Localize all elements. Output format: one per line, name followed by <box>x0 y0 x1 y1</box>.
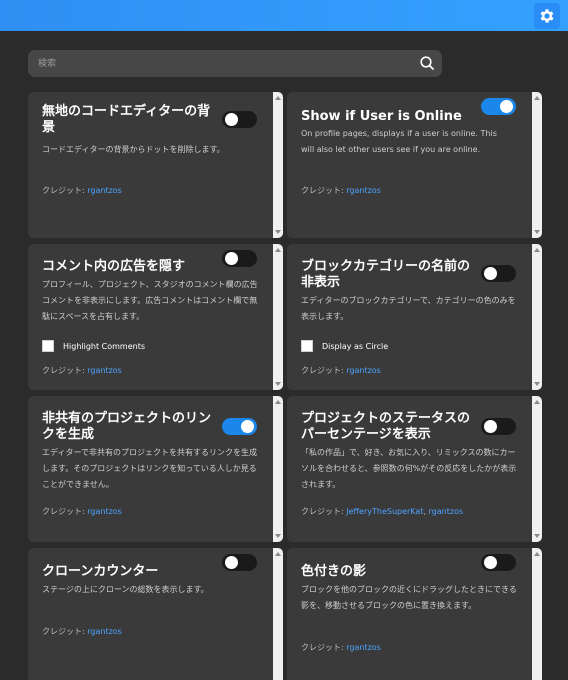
card-description: On profile pages, displays if a user is … <box>301 129 497 154</box>
search-input[interactable] <box>38 54 408 73</box>
toggle-knob <box>225 113 238 126</box>
credit-label: クレジット: <box>42 507 88 516</box>
addon-card-block-category-names: ブロックカテゴリーの名前の非表示 エディターのブロックカテゴリーで、カテゴリーの… <box>287 244 542 390</box>
card-title: 色付きの影 <box>301 564 367 579</box>
card-description: コードエディターの背景からドットを削除します。 <box>42 145 225 154</box>
credit-link[interactable]: rgantzos <box>87 186 122 195</box>
card-credit: クレジット: rgantzos <box>301 642 381 653</box>
credit-link[interactable]: rgantzos <box>429 507 464 516</box>
toggle-knob <box>484 267 497 280</box>
addon-toggle[interactable] <box>481 418 516 435</box>
credit-link[interactable]: rgantzos <box>346 186 381 195</box>
toggle-knob <box>241 420 254 433</box>
search-bar <box>28 50 442 77</box>
scroll-down-arrow-icon[interactable] <box>275 382 281 386</box>
addon-card-show-online: Show if User is Online On profile pages,… <box>287 92 542 238</box>
addon-card-plain-editor-bg: 無地のコードエディターの背景 コードエディターの背景からドットを削除します。 ク… <box>28 92 283 238</box>
scroll-up-arrow-icon[interactable] <box>534 400 540 404</box>
card-description: エディターのブロックカテゴリーで、カテゴリーの色のみを表示します。 <box>301 296 516 321</box>
card-scrollbar[interactable] <box>532 92 542 238</box>
option-checkbox[interactable] <box>42 340 54 352</box>
card-credit: クレジット: rgantzos <box>301 185 381 196</box>
credit-label: クレジット: <box>301 366 347 375</box>
card-title: 無地のコードエディターの背景 <box>42 104 211 135</box>
addon-toggle[interactable] <box>222 418 257 435</box>
card-title: ブロックカテゴリーの名前の非表示 <box>301 259 471 290</box>
scroll-down-arrow-icon[interactable] <box>534 382 540 386</box>
card-scrollbar[interactable] <box>273 396 283 542</box>
toggle-knob <box>484 420 497 433</box>
card-credit: クレジット: rgantzos <box>301 365 381 376</box>
scroll-up-arrow-icon[interactable] <box>534 96 540 100</box>
top-bar <box>0 0 568 31</box>
credit-label: クレジット: <box>42 186 88 195</box>
card-scrollbar[interactable] <box>273 244 283 390</box>
card-description: ステージの上にクローンの総数を表示します。 <box>42 585 209 594</box>
option-display-as-circle[interactable]: Display as Circle <box>301 339 388 353</box>
card-description: 「私の作品」で、好き、お気に入り、リミックスの数にカーソルを合わせると、参照数の… <box>301 448 517 489</box>
card-title: 非共有のプロジェクトのリンクを生成 <box>42 411 212 442</box>
scroll-up-arrow-icon[interactable] <box>275 400 281 404</box>
credit-link[interactable]: rgantzos <box>87 507 122 516</box>
card-scrollbar[interactable] <box>532 548 542 680</box>
addon-card-clone-counter: クローンカウンター ステージの上にクローンの総数を表示します。 クレジット: r… <box>28 548 283 680</box>
credit-label: クレジット: <box>301 186 347 195</box>
credit-label: クレジット: <box>301 643 347 652</box>
card-credit: クレジット: JefferyTheSuperKat, rgantzos <box>301 506 463 517</box>
toggle-knob <box>225 252 238 265</box>
credit-label: クレジット: <box>301 507 347 516</box>
scroll-up-arrow-icon[interactable] <box>534 552 540 556</box>
option-label: Highlight Comments <box>63 341 146 351</box>
credit-link[interactable]: rgantzos <box>346 643 381 652</box>
addon-card-hide-ads: コメント内の広告を隠す プロフィール、プロジェクト、スタジオのコメント欄の広告コ… <box>28 244 283 390</box>
card-title: Show if User is Online <box>301 109 462 124</box>
card-scrollbar[interactable] <box>532 244 542 390</box>
card-scrollbar[interactable] <box>273 548 283 680</box>
option-checkbox[interactable] <box>301 340 313 352</box>
addon-toggle[interactable] <box>222 250 257 267</box>
search-icon[interactable] <box>419 55 435 71</box>
toggle-knob <box>484 556 497 569</box>
addon-card-colored-shadow: 色付きの影 ブロックを他のブロックの近くにドラッグしたときにできる影を、移動させ… <box>287 548 542 680</box>
scroll-down-arrow-icon[interactable] <box>275 534 281 538</box>
scroll-up-arrow-icon[interactable] <box>534 248 540 252</box>
credit-link[interactable]: rgantzos <box>87 627 122 636</box>
option-label: Display as Circle <box>322 341 389 351</box>
toggle-knob <box>225 556 238 569</box>
card-credit: クレジット: rgantzos <box>42 185 122 196</box>
card-credit: クレジット: rgantzos <box>42 626 122 637</box>
addon-card-project-stats-percent: プロジェクトのステータスのパーセンテージを表示 「私の作品」で、好き、お気に入り… <box>287 396 542 542</box>
addon-toggle[interactable] <box>222 554 257 571</box>
card-scrollbar[interactable] <box>273 92 283 238</box>
toggle-knob <box>500 100 513 113</box>
card-description: エディターで非共有のプロジェクトを共有するリンクを生成します。そのプロジェクトは… <box>42 448 257 489</box>
scroll-down-arrow-icon[interactable] <box>534 534 540 538</box>
card-scrollbar[interactable] <box>532 396 542 542</box>
scroll-down-arrow-icon[interactable] <box>275 230 281 234</box>
addon-toggle[interactable] <box>481 554 516 571</box>
card-title: プロジェクトのステータスのパーセンテージを表示 <box>301 411 471 442</box>
card-description: プロフィール、プロジェクト、スタジオのコメント欄の広告コメントを非表示にします。… <box>42 280 258 321</box>
addon-toggle[interactable] <box>222 111 257 128</box>
scroll-down-arrow-icon[interactable] <box>534 230 540 234</box>
credit-label: クレジット: <box>42 627 88 636</box>
addon-card-unshared-link: 非共有のプロジェクトのリンクを生成 エディターで非共有のプロジェクトを共有するリ… <box>28 396 283 542</box>
card-description: ブロックを他のブロックの近くにドラッグしたときにできる影を、移動させるブロックの… <box>301 585 517 610</box>
scroll-up-arrow-icon[interactable] <box>275 96 281 100</box>
card-title: コメント内の広告を隠す <box>42 259 186 274</box>
card-credit: クレジット: rgantzos <box>42 506 122 517</box>
addon-toggle[interactable] <box>481 98 516 115</box>
option-highlight-comments[interactable]: Highlight Comments <box>42 339 145 353</box>
credit-link[interactable]: rgantzos <box>346 366 381 375</box>
credit-label: クレジット: <box>42 366 88 375</box>
card-title: クローンカウンター <box>42 564 159 579</box>
settings-button[interactable] <box>534 3 560 29</box>
scroll-up-arrow-icon[interactable] <box>275 552 281 556</box>
scroll-up-arrow-icon[interactable] <box>275 248 281 252</box>
addon-toggle[interactable] <box>481 265 516 282</box>
credit-link[interactable]: rgantzos <box>87 366 122 375</box>
credit-link[interactable]: JefferyTheSuperKat <box>346 507 423 516</box>
gear-icon <box>540 9 554 23</box>
card-credit: クレジット: rgantzos <box>42 365 122 376</box>
